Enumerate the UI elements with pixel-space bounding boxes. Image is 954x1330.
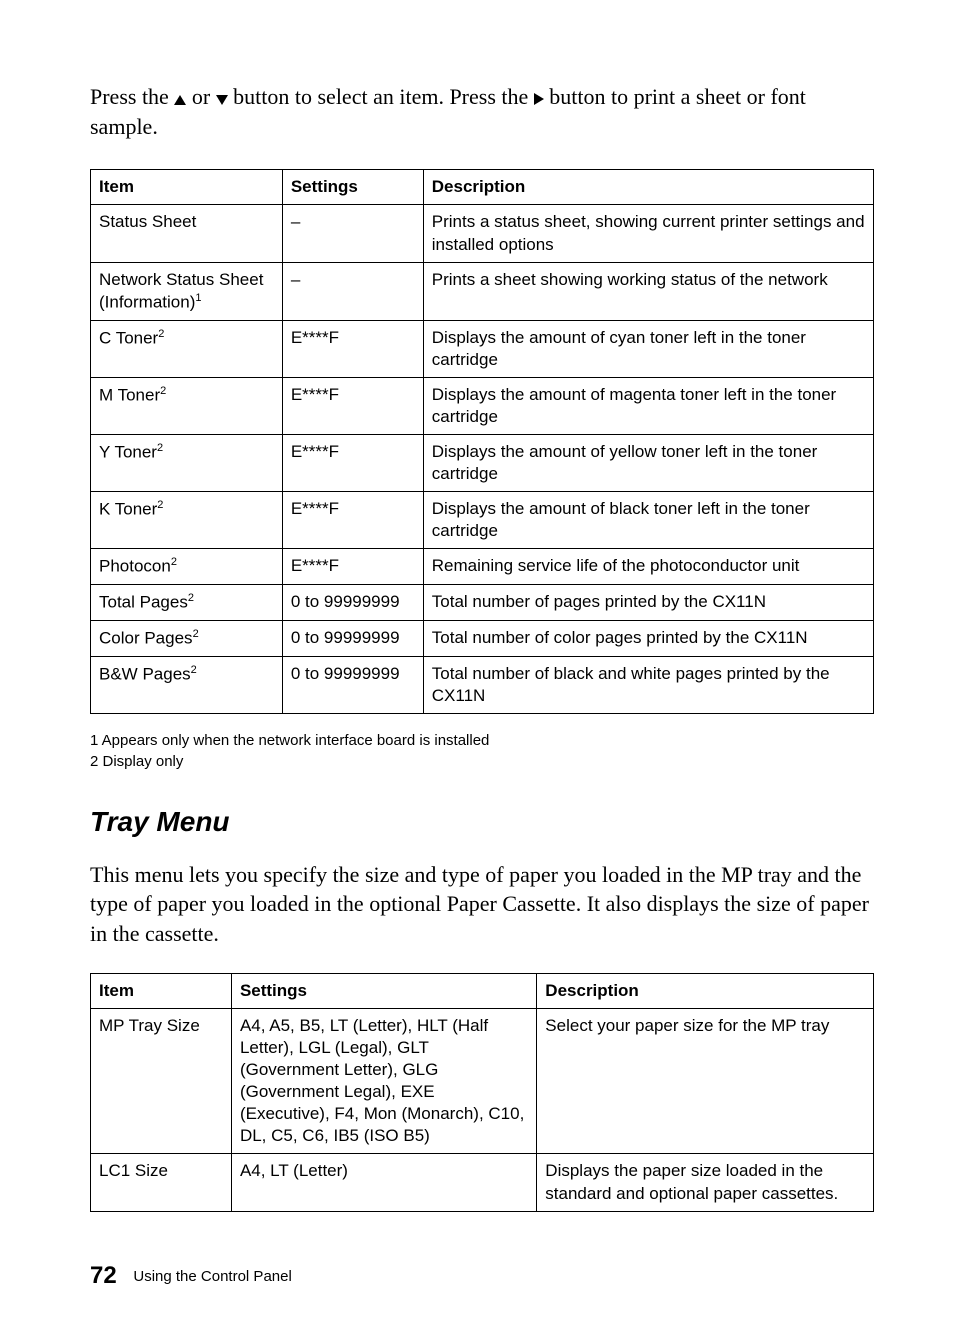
superscript: 2 xyxy=(191,664,197,676)
superscript: 2 xyxy=(193,628,199,640)
section-heading: Tray Menu xyxy=(90,806,874,838)
cell-item: MP Tray Size xyxy=(91,1008,232,1154)
table-row: Photocon2 E****F Remaining service life … xyxy=(91,549,874,585)
cell-item: Network Status Sheet (Information)1 xyxy=(91,262,283,320)
cell-item: Status Sheet xyxy=(91,205,283,262)
cell-item: Y Toner2 xyxy=(91,434,283,491)
cell-description: Displays the amount of black toner left … xyxy=(423,492,873,549)
cell-description: Prints a status sheet, showing current p… xyxy=(423,205,873,262)
page-footer-label: Using the Control Panel xyxy=(133,1268,291,1285)
superscript: 2 xyxy=(171,556,177,568)
cell-settings: A4, LT (Letter) xyxy=(231,1154,536,1211)
cell-description: Displays the amount of magenta toner lef… xyxy=(423,377,873,434)
table-row: MP Tray Size A4, A5, B5, LT (Letter), HL… xyxy=(91,1008,874,1154)
table-row: C Toner2 E****F Displays the amount of c… xyxy=(91,320,874,377)
intro-text-1: Press the xyxy=(90,84,174,109)
triangle-right-icon xyxy=(534,93,544,105)
cell-settings: E****F xyxy=(282,434,423,491)
superscript: 2 xyxy=(188,592,194,604)
cell-settings: E****F xyxy=(282,492,423,549)
cell-description: Select your paper size for the MP tray xyxy=(537,1008,874,1154)
table-row: Y Toner2 E****F Displays the amount of y… xyxy=(91,434,874,491)
cell-item: Total Pages2 xyxy=(91,585,283,621)
table-row: Network Status Sheet (Information)1 – Pr… xyxy=(91,262,874,320)
cell-description: Displays the paper size loaded in the st… xyxy=(537,1154,874,1211)
page-footer: 72 Using the Control Panel xyxy=(90,1262,874,1290)
cell-settings: 0 to 99999999 xyxy=(282,656,423,713)
table-row: LC1 Size A4, LT (Letter) Displays the pa… xyxy=(91,1154,874,1211)
table-row: Color Pages2 0 to 99999999 Total number … xyxy=(91,620,874,656)
col-settings: Settings xyxy=(231,973,536,1008)
cell-item-text: B&W Pages xyxy=(99,664,191,683)
cell-settings: – xyxy=(282,205,423,262)
cell-description: Displays the amount of cyan toner left i… xyxy=(423,320,873,377)
superscript: 1 xyxy=(195,292,201,304)
cell-description: Remaining service life of the photocondu… xyxy=(423,549,873,585)
cell-item: M Toner2 xyxy=(91,377,283,434)
cell-settings: E****F xyxy=(282,549,423,585)
cell-description: Total number of pages printed by the CX1… xyxy=(423,585,873,621)
cell-item-text: Total Pages xyxy=(99,593,188,612)
triangle-down-icon xyxy=(216,95,228,105)
cell-item-text: C Toner xyxy=(99,328,158,347)
cell-settings: – xyxy=(282,262,423,320)
cell-item-text: Y Toner xyxy=(99,443,157,462)
superscript: 2 xyxy=(158,328,164,340)
cell-settings: E****F xyxy=(282,377,423,434)
col-item: Item xyxy=(91,973,232,1008)
footnote-1: 1 Appears only when the network interfac… xyxy=(90,732,874,749)
table-row: K Toner2 E****F Displays the amount of b… xyxy=(91,492,874,549)
intro-text-3: button to select an item. Press the xyxy=(228,84,534,109)
table-header-row: Item Settings Description xyxy=(91,973,874,1008)
triangle-up-icon xyxy=(174,95,186,105)
table-row: B&W Pages2 0 to 99999999 Total number of… xyxy=(91,656,874,713)
cell-item-text: K Toner xyxy=(99,500,157,519)
cell-settings: 0 to 99999999 xyxy=(282,620,423,656)
col-description: Description xyxy=(537,973,874,1008)
table-row: Status Sheet – Prints a status sheet, sh… xyxy=(91,205,874,262)
info-table: Item Settings Description Status Sheet –… xyxy=(90,169,874,713)
section-body: This menu lets you specify the size and … xyxy=(90,860,874,949)
intro-text-2: or xyxy=(186,84,215,109)
col-description: Description xyxy=(423,170,873,205)
cell-item-text: M Toner xyxy=(99,385,160,404)
page-number: 72 xyxy=(90,1262,117,1289)
cell-item: LC1 Size xyxy=(91,1154,232,1211)
col-settings: Settings xyxy=(282,170,423,205)
cell-item: Color Pages2 xyxy=(91,620,283,656)
col-item: Item xyxy=(91,170,283,205)
table-header-row: Item Settings Description xyxy=(91,170,874,205)
footnote-2: 2 Display only xyxy=(90,753,874,770)
cell-item-text: Network Status Sheet (Information) xyxy=(99,270,263,312)
cell-description: Total number of color pages printed by t… xyxy=(423,620,873,656)
cell-item: C Toner2 xyxy=(91,320,283,377)
cell-item: Photocon2 xyxy=(91,549,283,585)
cell-description: Displays the amount of yellow toner left… xyxy=(423,434,873,491)
superscript: 2 xyxy=(160,385,166,397)
cell-settings: E****F xyxy=(282,320,423,377)
cell-item: K Toner2 xyxy=(91,492,283,549)
table-row: M Toner2 E****F Displays the amount of m… xyxy=(91,377,874,434)
cell-item-text: Status Sheet xyxy=(99,212,196,231)
tray-table: Item Settings Description MP Tray Size A… xyxy=(90,973,874,1212)
cell-description: Prints a sheet showing working status of… xyxy=(423,262,873,320)
cell-settings: 0 to 99999999 xyxy=(282,585,423,621)
cell-item-text: Color Pages xyxy=(99,628,193,647)
cell-settings: A4, A5, B5, LT (Letter), HLT (Half Lette… xyxy=(231,1008,536,1154)
superscript: 2 xyxy=(157,442,163,454)
intro-paragraph: Press the or button to select an item. P… xyxy=(90,82,874,141)
cell-item: B&W Pages2 xyxy=(91,656,283,713)
cell-description: Total number of black and white pages pr… xyxy=(423,656,873,713)
table-row: Total Pages2 0 to 99999999 Total number … xyxy=(91,585,874,621)
cell-item-text: Photocon xyxy=(99,557,171,576)
superscript: 2 xyxy=(157,499,163,511)
